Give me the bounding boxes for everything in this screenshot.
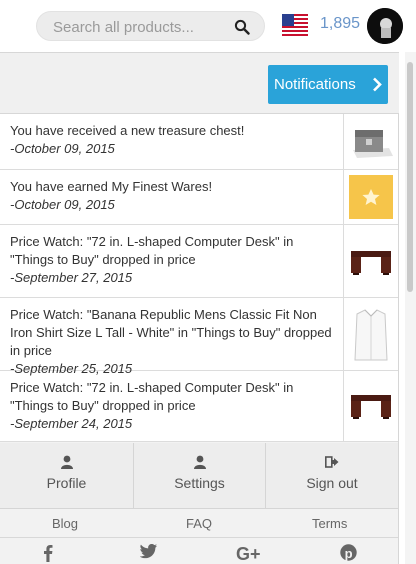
notification-thumbnail (343, 114, 398, 169)
notification-text: You have received a new treasure chest! (10, 123, 245, 138)
desk-image (351, 251, 391, 275)
avatar[interactable] (367, 8, 403, 44)
notification-thumbnail (343, 371, 398, 441)
notification-item[interactable]: Price Watch: "Banana Republic Mens Class… (0, 298, 398, 376)
terms-link[interactable]: Terms (312, 516, 347, 531)
notification-date: -September 24, 2015 (10, 416, 133, 431)
sign-out-button[interactable]: Sign out (266, 443, 398, 508)
notification-item[interactable]: You have received a new treasure chest! … (0, 114, 398, 170)
footer-links: Blog FAQ Terms (0, 509, 398, 538)
star-badge-icon (349, 175, 393, 219)
treasure-chest-icon (353, 130, 393, 158)
google-plus-icon[interactable]: G+ (236, 544, 262, 562)
blog-link[interactable]: Blog (52, 516, 78, 531)
notification-text: Price Watch: "72 in. L-shaped Computer D… (10, 380, 294, 413)
user-icon (194, 455, 206, 469)
notification-item[interactable]: Price Watch: "72 in. L-shaped Computer D… (0, 371, 398, 442)
notification-date: -September 27, 2015 (10, 270, 133, 285)
chevron-right-icon (373, 77, 382, 92)
notification-item[interactable]: You have earned My Finest Wares! -Octobe… (0, 170, 398, 225)
settings-button[interactable]: Settings (134, 443, 265, 508)
notification-thumbnail (343, 170, 398, 224)
avatar-icon (367, 8, 403, 44)
notification-list: You have received a new treasure chest! … (0, 114, 398, 442)
shirt-image (354, 309, 388, 361)
search-icon[interactable] (234, 19, 250, 35)
account-dropdown: Notifications You have received a new tr… (0, 52, 399, 564)
points-balance[interactable]: 1,895 (320, 15, 360, 33)
pinterest-icon[interactable]: p (340, 544, 357, 561)
search-input[interactable] (51, 16, 225, 38)
notification-date: -October 09, 2015 (10, 141, 115, 156)
facebook-icon[interactable] (43, 544, 53, 562)
faq-link[interactable]: FAQ (186, 516, 212, 531)
notification-item[interactable]: Price Watch: "72 in. L-shaped Computer D… (0, 225, 398, 298)
notifications-header: Notifications (0, 52, 399, 114)
top-bar: 1,895 (0, 0, 416, 52)
user-icon (61, 455, 73, 469)
notification-thumbnail (343, 298, 398, 370)
social-links: G+ p (0, 538, 398, 564)
desk-image (351, 395, 391, 419)
us-flag-icon[interactable] (282, 14, 308, 38)
notifications-button[interactable]: Notifications (268, 65, 388, 104)
notification-text: You have earned My Finest Wares! (10, 179, 213, 194)
scrollbar[interactable] (405, 52, 416, 564)
svg-text:p: p (345, 546, 353, 561)
twitter-icon[interactable] (140, 544, 158, 560)
sign-out-icon (325, 456, 339, 468)
scrollbar-thumb[interactable] (407, 62, 413, 292)
notification-date: -October 09, 2015 (10, 197, 115, 212)
svg-text:G+: G+ (236, 544, 261, 562)
notification-text: Price Watch: "72 in. L-shaped Computer D… (10, 234, 294, 267)
profile-button[interactable]: Profile (0, 443, 133, 508)
search-box[interactable] (36, 11, 265, 41)
notification-thumbnail (343, 225, 398, 297)
account-actions: Profile Settings Sign out (0, 443, 398, 509)
notification-text: Price Watch: "Banana Republic Mens Class… (10, 307, 332, 358)
